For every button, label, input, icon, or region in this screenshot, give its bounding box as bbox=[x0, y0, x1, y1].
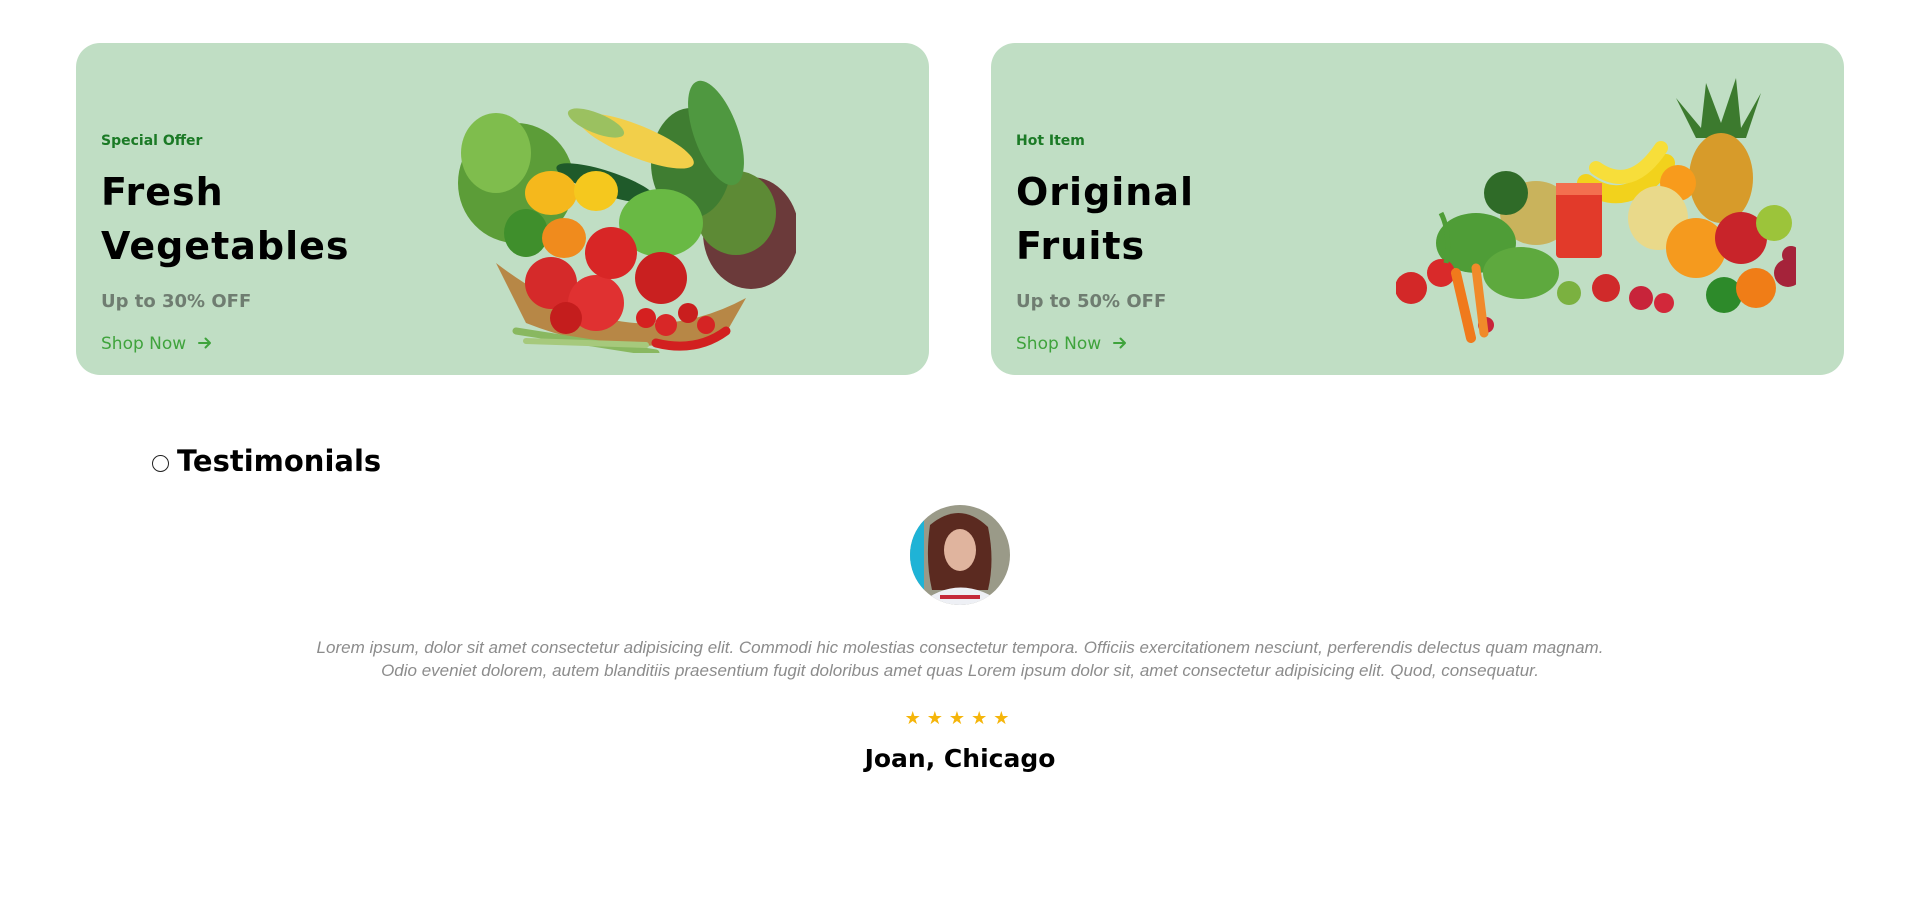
shop-now-label: Shop Now bbox=[1016, 334, 1102, 354]
star-icon: ★ bbox=[971, 708, 994, 729]
page: Special Offer Fresh Vegetables Up to 30%… bbox=[0, 0, 1920, 907]
banner-title: Original Fruits bbox=[1016, 165, 1316, 273]
banner-eyebrow: Special Offer bbox=[101, 133, 203, 149]
shop-now-link[interactable]: Shop Now bbox=[101, 334, 401, 354]
banner-title-line: Fresh bbox=[101, 170, 224, 214]
banner-title: Fresh Vegetables bbox=[101, 165, 401, 273]
banner-title-line: Vegetables bbox=[101, 224, 350, 268]
banner-text: Hot Item Original Fruits Up to 50% OFF S… bbox=[1016, 133, 1316, 354]
banner-original-fruits[interactable]: Hot Item Original Fruits Up to 50% OFF S… bbox=[991, 43, 1844, 375]
list-bullet-circle-icon bbox=[152, 454, 169, 472]
quote-line: Odio eveniet dolorem, autem blanditiis p… bbox=[381, 661, 1539, 680]
testimonials-heading: Testimonials bbox=[152, 444, 381, 478]
rating-stars: ★★★★★ bbox=[0, 708, 1920, 729]
star-icon: ★ bbox=[993, 708, 1016, 729]
arrow-right-icon bbox=[198, 335, 212, 354]
vegetable-basket-image bbox=[458, 80, 796, 353]
section-title: Testimonials bbox=[177, 444, 382, 478]
arrow-right-icon bbox=[1113, 335, 1127, 354]
shop-now-link[interactable]: Shop Now bbox=[1016, 334, 1316, 354]
star-icon: ★ bbox=[926, 708, 949, 729]
promo-banners: Special Offer Fresh Vegetables Up to 30%… bbox=[76, 43, 1844, 375]
testimonial-author: Joan, Chicago bbox=[864, 744, 1056, 773]
banner-fresh-vegetables[interactable]: Special Offer Fresh Vegetables Up to 30%… bbox=[76, 43, 929, 375]
shop-now-label: Shop Now bbox=[101, 334, 187, 354]
banner-title-line: Fruits bbox=[1016, 224, 1146, 268]
banner-eyebrow: Hot Item bbox=[1016, 133, 1085, 149]
star-icon: ★ bbox=[948, 708, 972, 729]
banner-title-line: Original bbox=[1016, 170, 1195, 214]
banner-subtitle: Up to 50% OFF bbox=[1016, 291, 1167, 312]
banner-text: Special Offer Fresh Vegetables Up to 30%… bbox=[101, 133, 401, 354]
banner-subtitle: Up to 30% OFF bbox=[101, 291, 252, 312]
avatar bbox=[910, 505, 1010, 605]
fruit-assortment-image bbox=[1396, 78, 1796, 343]
testimonial-quote: Lorem ipsum, dolor sit amet consectetur … bbox=[260, 636, 1660, 682]
quote-line: Lorem ipsum, dolor sit amet consectetur … bbox=[316, 638, 1604, 657]
star-icon: ★ bbox=[904, 708, 927, 729]
